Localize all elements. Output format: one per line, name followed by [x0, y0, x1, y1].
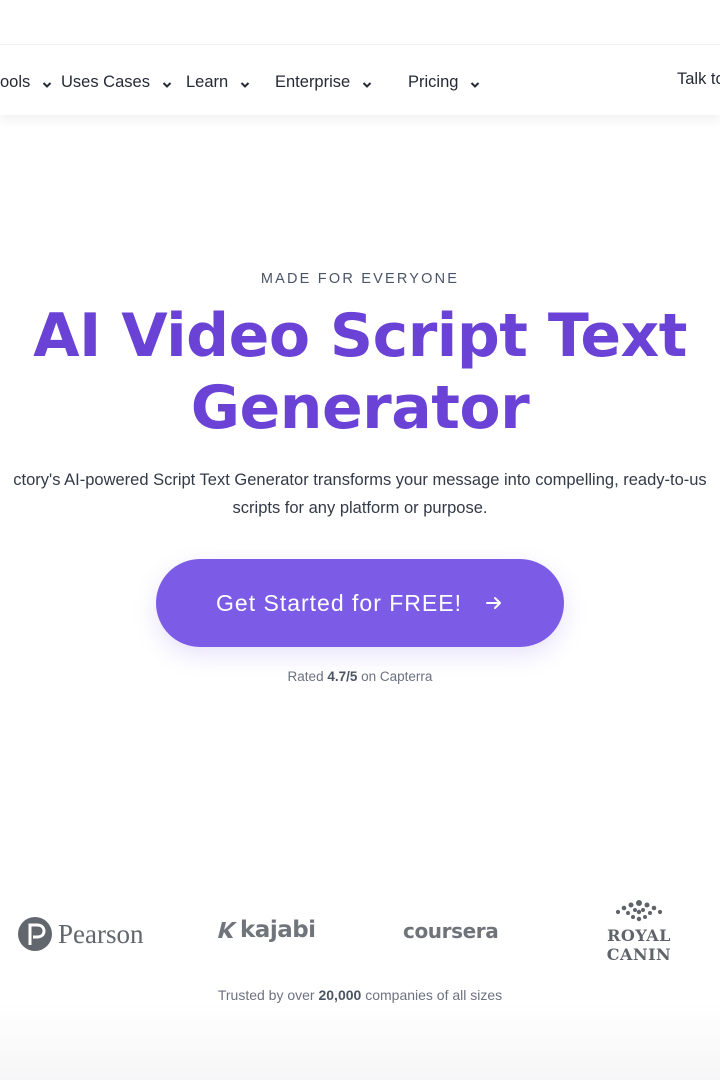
- page-title: AI Video Script Text Generator: [33, 301, 687, 443]
- nav-item-use-cases[interactable]: Uses Cases: [61, 70, 172, 94]
- chevron-down-icon: [162, 82, 172, 88]
- royal-canin-logo: ROYAL CANIN: [578, 899, 700, 964]
- kajabi-mark-icon: [218, 922, 237, 938]
- bottom-fade: [0, 1000, 720, 1080]
- nav-item-label: ools: [0, 72, 31, 91]
- pearson-mark-icon: [18, 917, 52, 951]
- top-navigation: ools Uses Cases Learn Enterprise Pricing…: [0, 44, 720, 115]
- rating-value: 4.7/5: [327, 669, 358, 684]
- nav-item-tools[interactable]: ools: [0, 70, 52, 94]
- nav-item-label: Pricing: [408, 72, 459, 91]
- pearson-wordmark: Pearson: [58, 918, 144, 949]
- capterra-rating: Rated 4.7/5 on Capterra: [0, 669, 720, 684]
- chevron-down-icon: [240, 82, 250, 88]
- hero-subtitle: ctory's AI-powered Script Text Generator…: [13, 471, 707, 517]
- rating-prefix: Rated: [287, 669, 324, 684]
- rating-suffix: on Capterra: [361, 669, 433, 684]
- chevron-down-icon: [471, 82, 480, 88]
- get-started-label: Get Started for FREE!: [216, 589, 462, 616]
- nav-item-label: Learn: [186, 72, 229, 91]
- pearson-logo: Pearson: [18, 915, 143, 953]
- arrow-right-icon: [485, 597, 501, 609]
- nav-item-enterprise[interactable]: Enterprise: [275, 70, 372, 94]
- talk-to-sales-link[interactable]: Talk to: [677, 70, 720, 89]
- nav-item-learn[interactable]: Learn: [186, 70, 250, 94]
- coursera-logo: coursera: [403, 919, 499, 943]
- hero-eyebrow: MADE FOR EVERYONE: [260, 271, 460, 287]
- chevron-down-icon: [362, 82, 372, 88]
- nav-item-pricing[interactable]: Pricing: [408, 70, 480, 94]
- customer-logos: Pearson kajabi coursera ROYAL CANIN: [0, 895, 720, 965]
- get-started-button[interactable]: Get Started for FREE!: [156, 559, 564, 647]
- royal-canin-wordmark: ROYAL CANIN: [606, 926, 672, 964]
- nav-item-label: Enterprise: [275, 72, 351, 91]
- kajabi-logo: kajabi: [216, 917, 316, 943]
- kajabi-wordmark: kajabi: [240, 917, 316, 943]
- chevron-down-icon: [43, 82, 52, 88]
- crown-icon: [615, 900, 663, 922]
- nav-item-label: Uses Cases: [61, 72, 150, 91]
